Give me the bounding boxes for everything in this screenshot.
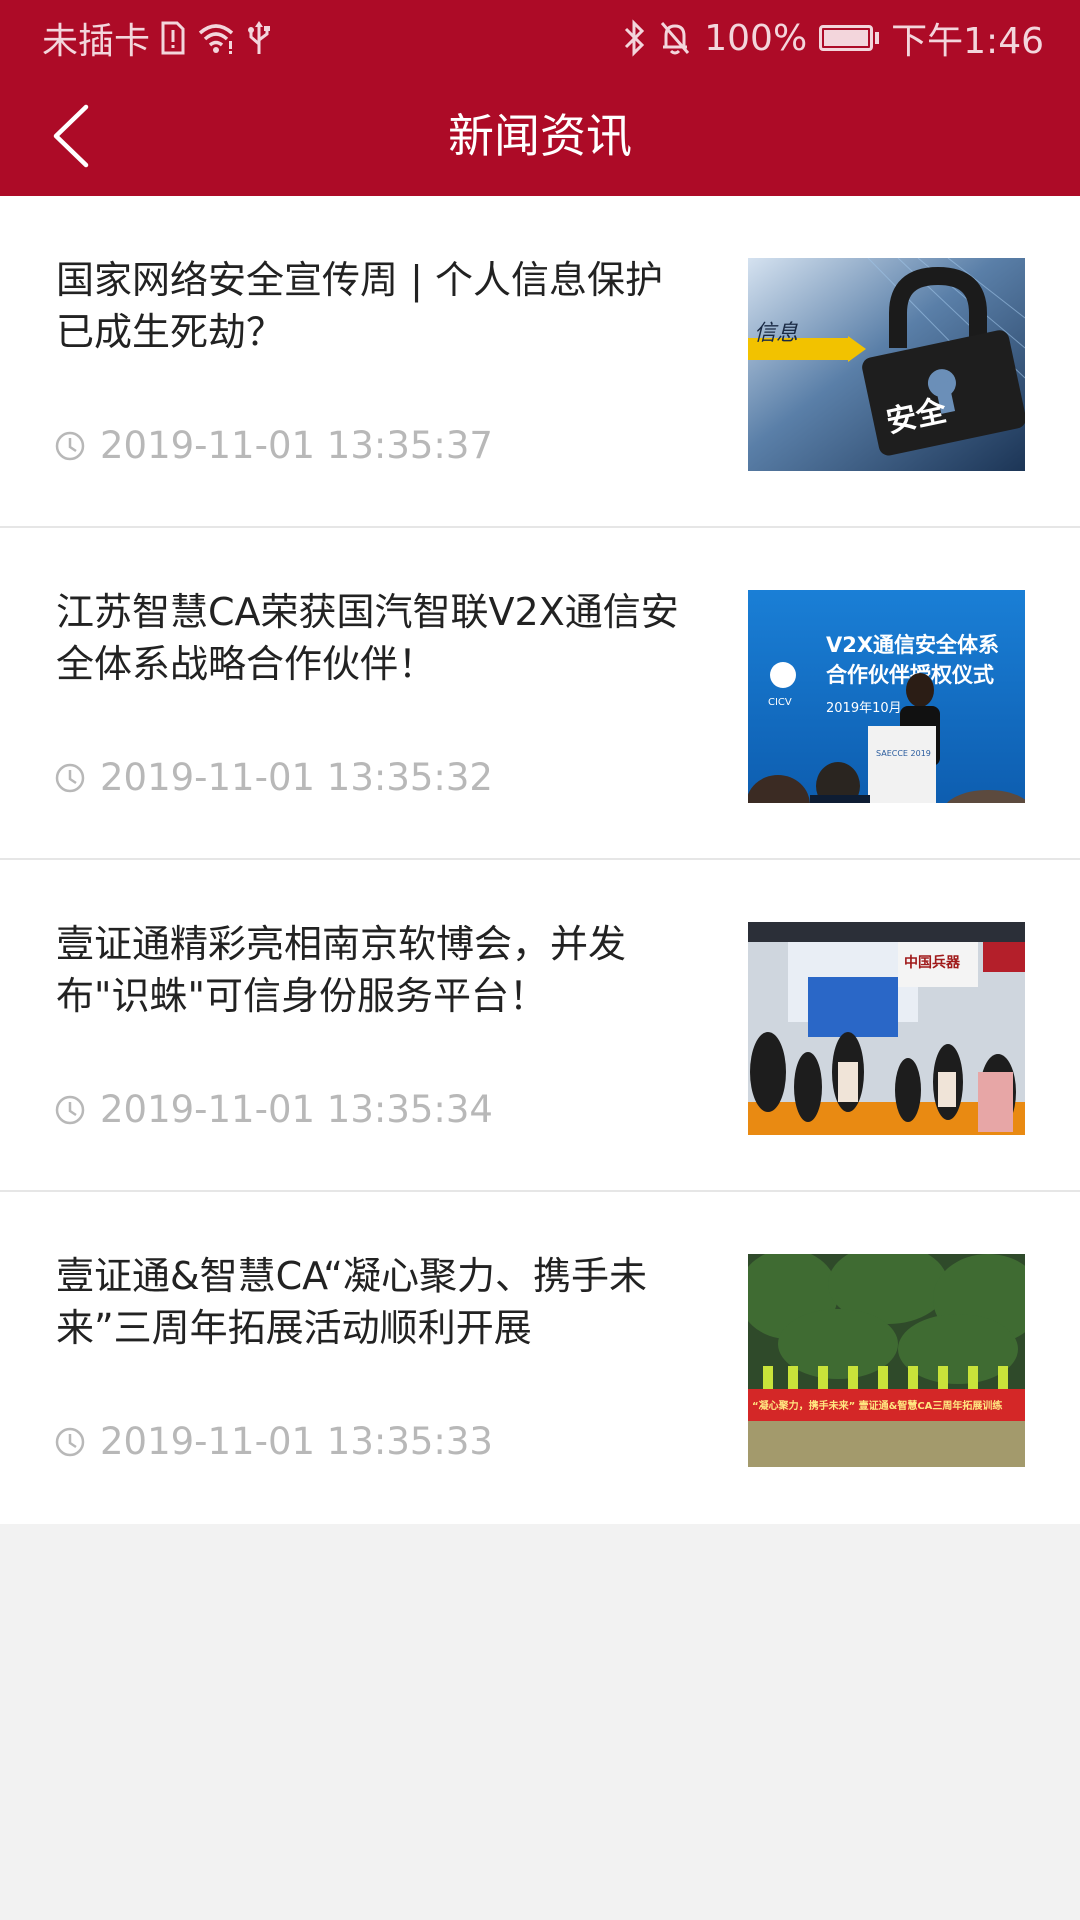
svg-text:SAECCE 2019: SAECCE 2019 [876,749,931,758]
news-thumbnail-expo: 中国兵器 [748,922,1025,1135]
news-title: 壹证通精彩亮相南京软博会，并发布"识蛛"可信身份服务平台！ [56,922,627,1018]
news-time-text: 2019-11-01 13:35:37 [100,424,493,467]
news-timestamp: 2019-11-01 13:35:33 [54,1420,493,1463]
news-timestamp: 2019-11-01 13:35:34 [54,1088,493,1131]
news-timestamp: 2019-11-01 13:35:32 [54,756,493,799]
news-item[interactable]: 江苏智慧CA荣获国汽智联V2X通信安全体系战略合作伙伴！ 2019-11-01 … [0,528,1080,860]
carrier-text: 未插卡 [42,21,151,62]
clock-icon [54,430,86,462]
clock-icon [54,1426,86,1458]
news-thumbnail-v2x-ceremony: CICV V2X通信安全体系 合作伙伴授权仪式 2019年10月 SAECCE … [748,590,1025,803]
news-thumbnail-team-outing: “凝心聚力，携手未来” 壹证通&智慧CA三周年拓展训练 [748,1254,1025,1467]
sim-alert-icon [160,21,186,55]
news-item[interactable]: 国家网络安全宣传周 | 个人信息保护已成生死劫？ 2019-11-01 13:3… [0,196,1080,528]
news-time-text: 2019-11-01 13:35:32 [100,756,493,799]
battery-body [819,25,874,51]
news-item[interactable]: 壹证通&智慧CA“凝心聚力、携手未来”三周年拓展活动顺利开展 2019-11-0… [0,1192,1080,1524]
bluetooth-icon [622,19,646,57]
mute-bell-icon [658,19,692,57]
news-title: 壹证通&智慧CA“凝心聚力、携手未来”三周年拓展活动顺利开展 [56,1254,647,1350]
svg-text:信息: 信息 [754,321,798,346]
news-title: 国家网络安全宣传周 | 个人信息保护已成生死劫？ [56,258,663,354]
nav-bar: 新闻资讯 [0,76,1080,196]
clock-icon [54,1094,86,1126]
svg-text:CICV: CICV [768,697,792,708]
clock-icon [54,762,86,794]
news-time-text: 2019-11-01 13:35:34 [100,1088,493,1131]
svg-text:2019年10月: 2019年10月 [826,701,902,716]
svg-text:中国兵器: 中国兵器 [904,954,961,971]
news-thumbnail-security: 信息 安全 [748,258,1025,471]
battery-fill [824,30,869,46]
app-header: 未插卡 100% 下午1:46 新闻资讯 [0,0,1080,196]
status-bar: 未插卡 100% 下午1:46 [0,0,1080,76]
news-item[interactable]: 壹证通精彩亮相南京软博会，并发布"识蛛"可信身份服务平台！ 2019-11-01… [0,860,1080,1192]
wifi-alert-icon [196,21,236,55]
usb-icon [246,20,272,56]
battery-percent: 100% [704,17,808,59]
news-time-text: 2019-11-01 13:35:33 [100,1420,493,1463]
clock-time: 下午1:46 [891,21,1044,62]
battery-cap [875,32,880,44]
news-list: 国家网络安全宣传周 | 个人信息保护已成生死劫？ 2019-11-01 13:3… [0,196,1080,1524]
battery-icon [819,25,880,51]
svg-text:“凝心聚力，携手未来” 壹证通&智慧CA三周年拓展训练: “凝心聚力，携手未来” 壹证通&智慧CA三周年拓展训练 [752,1399,1002,1412]
news-title: 江苏智慧CA荣获国汽智联V2X通信安全体系战略合作伙伴！ [56,590,679,686]
svg-text:V2X通信安全体系: V2X通信安全体系 [826,633,999,657]
status-left: 未插卡 [42,14,272,62]
status-right: 100% 下午1:46 [622,14,1044,62]
page-title: 新闻资讯 [448,109,632,163]
news-timestamp: 2019-11-01 13:35:37 [54,424,493,467]
